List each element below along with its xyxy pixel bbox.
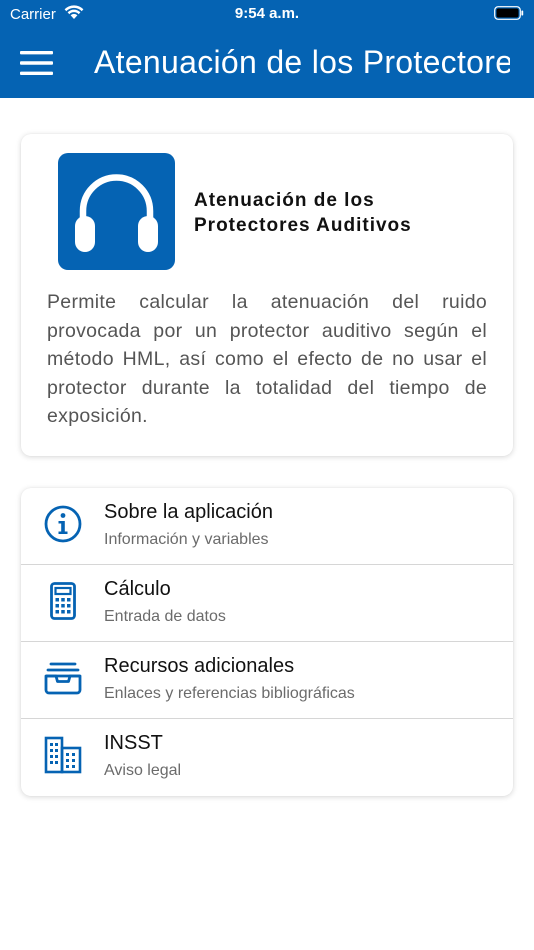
menu-item-resources[interactable]: Recursos adicionales Enlaces y referenci… bbox=[21, 642, 513, 719]
menu-item-title: Cálculo bbox=[104, 578, 171, 600]
building-icon bbox=[43, 735, 83, 775]
info-icon bbox=[43, 504, 83, 544]
menu-item-title: Sobre la aplicación bbox=[104, 501, 273, 523]
menu-item-calculation[interactable]: Cálculo Entrada de datos bbox=[21, 565, 513, 642]
menu-item-about[interactable]: Sobre la aplicación Información y variab… bbox=[21, 488, 513, 565]
app-logo bbox=[58, 153, 175, 270]
app-name-line-1: Atenuación de los bbox=[194, 190, 375, 211]
menu-item-subtitle: Entrada de datos bbox=[104, 608, 226, 625]
menu-item-title: INSST bbox=[104, 732, 163, 754]
app-description: Permite calcular la atenuación del ruido… bbox=[47, 291, 487, 427]
menu-item-title: Recursos adicionales bbox=[104, 655, 295, 677]
inbox-tray-icon bbox=[43, 658, 83, 698]
menu-item-subtitle: Información y variables bbox=[104, 531, 269, 548]
app-summary-card: Atenuación de los Protectores Auditivos … bbox=[21, 134, 513, 456]
headphones-icon bbox=[75, 174, 158, 252]
app-name-line-2: Protectores Auditivos bbox=[194, 215, 412, 236]
menu-item-subtitle: Aviso legal bbox=[104, 762, 182, 779]
battery-icon bbox=[494, 6, 524, 20]
page-title: Atenuación de los Protectores Auditivos bbox=[94, 44, 510, 80]
status-bar: Carrier 9:54 a.m. bbox=[0, 0, 534, 28]
status-time: 9:54 a.m. bbox=[234, 5, 300, 22]
hamburger-menu-icon[interactable] bbox=[20, 51, 53, 75]
app-header: Carrier 9:54 a.m. Atenuación de los Prot… bbox=[0, 0, 534, 98]
navigation-bar: Atenuación de los Protectores Auditivos bbox=[0, 38, 534, 88]
calculator-icon bbox=[43, 581, 83, 621]
menu-item-insst[interactable]: INSST Aviso legal bbox=[21, 719, 513, 796]
menu-item-subtitle: Enlaces y referencias bibliográficas bbox=[104, 685, 355, 702]
app-name: Atenuación de los Protectores Auditivos bbox=[194, 188, 494, 238]
main-menu: Sobre la aplicación Información y variab… bbox=[21, 488, 513, 796]
